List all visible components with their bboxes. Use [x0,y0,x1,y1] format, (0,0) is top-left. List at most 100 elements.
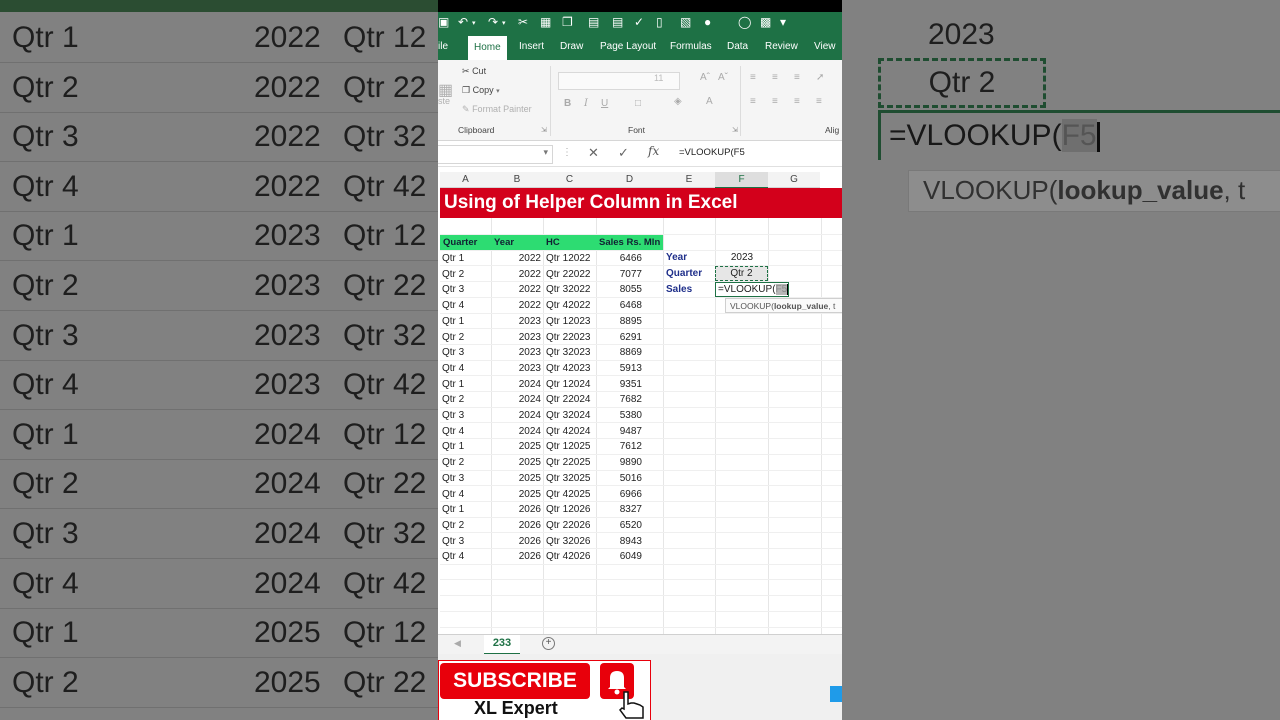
table-cell[interactable]: Qtr 1 [442,377,490,392]
sheet-tab-233[interactable]: 233 [484,635,520,655]
table-cell[interactable]: 5380 [596,408,642,423]
tab-view[interactable]: View [814,34,836,60]
font-color-icon[interactable]: A [706,96,713,107]
paste-label[interactable]: ste [438,96,450,106]
save-icon[interactable]: ▣ [438,15,449,29]
align-right-icon[interactable]: ≡ [794,96,800,107]
tab-page-layout[interactable]: Page Layout [600,34,656,60]
check-icon[interactable]: ✓ [634,15,644,29]
name-box[interactable]: ▾ [438,145,553,164]
table-cell[interactable]: 2025 [491,455,541,470]
table-cell[interactable]: Qtr 3 [442,345,490,360]
grow-font-icon[interactable]: Aˆ [700,72,710,83]
table-cell[interactable]: 2023 [491,361,541,376]
copy-button[interactable]: ❐ Copy ▾ [462,85,500,96]
table-cell[interactable]: 6468 [596,298,642,313]
picture-icon[interactable]: ▩ [760,15,771,29]
table-cell[interactable]: 8895 [596,314,642,329]
column-header-a[interactable]: A [440,172,491,188]
quarter-value-cell[interactable]: Qtr 2 [715,266,768,281]
redo-icon[interactable]: ↷ [488,15,498,29]
clipboard-launcher-icon[interactable]: ⇲ [541,126,547,134]
chevron-down-icon[interactable]: ▾ [472,19,476,27]
insert-function-icon[interactable]: fx [648,144,659,158]
table-cell[interactable]: 2024 [491,377,541,392]
tab-review[interactable]: Review [765,34,798,60]
cancel-icon[interactable]: ✕ [588,145,599,161]
table-cell[interactable]: 2025 [491,439,541,454]
table-cell[interactable]: 2022 [491,267,541,282]
tab-file[interactable]: ile [438,34,448,60]
table-cell[interactable]: Qtr 4 [442,361,490,376]
table-cell[interactable]: 9351 [596,377,642,392]
cut-button[interactable]: ✂ Cut [462,66,486,77]
table-cell[interactable]: 2025 [491,471,541,486]
table-cell[interactable]: Qtr 3 [442,534,490,549]
formula-input[interactable]: =VLOOKUP(F5 [679,147,745,158]
table-cell[interactable]: 2023 [491,330,541,345]
align-bottom-icon[interactable]: ≡ [794,72,800,83]
chevron-down-icon[interactable]: ▾ [502,19,506,27]
add-sheet-button[interactable]: + [542,637,555,650]
chart-icon[interactable]: ▧ [680,15,691,29]
bold-button[interactable]: B [564,98,571,109]
sort-icon[interactable]: ▯ [656,15,663,29]
table-cell[interactable]: Qtr 1 [442,251,490,266]
table-cell[interactable]: Qtr 1 [442,314,490,329]
copy-icon[interactable]: ❐ [562,15,573,29]
table-header-cell[interactable]: Quarter [440,235,491,250]
table-cell[interactable]: Qtr 4 [442,298,490,313]
align-top-icon[interactable]: ≡ [750,72,756,83]
table-cell[interactable]: 7682 [596,392,642,407]
orientation-icon[interactable]: ➚ [816,72,824,83]
document-icon[interactable]: ▤ [588,15,599,29]
tab-home[interactable]: Home [468,36,507,60]
enter-check-icon[interactable]: ✓ [618,145,629,161]
table-cell[interactable]: 6049 [596,549,642,564]
table-cell[interactable]: 8869 [596,345,642,360]
table-cell[interactable]: Qtr 2 [442,267,490,282]
table-cell[interactable]: 2023 [491,314,541,329]
tab-formulas[interactable]: Formulas [670,34,712,60]
table-cell[interactable]: Qtr 2 [442,455,490,470]
table-header-cell[interactable]: Year [491,235,543,250]
table-header-cell[interactable]: HC [543,235,596,250]
column-header-g[interactable]: G [768,172,820,188]
table-cell[interactable]: 2024 [491,424,541,439]
table-cell[interactable]: Qtr 2 [442,392,490,407]
customize-toolbar-icon[interactable]: ▾ [780,15,786,29]
tab-draw[interactable]: Draw [560,34,583,60]
table-cell[interactable]: 2026 [491,502,541,517]
align-middle-icon[interactable]: ≡ [772,72,778,83]
borders-icon[interactable]: □ [635,98,641,109]
table-cell[interactable]: 8943 [596,534,642,549]
table-cell[interactable]: Qtr 1 [442,439,490,454]
indent-icon[interactable]: ≡ [816,96,822,107]
sheet-nav-left-icon[interactable]: ◀ [454,638,461,649]
scissors-icon[interactable]: ✂ [518,15,528,29]
tab-data[interactable]: Data [727,34,748,60]
column-header-f[interactable]: F [715,172,768,189]
table-cell[interactable]: 2026 [491,534,541,549]
table-icon[interactable]: ▦ [540,15,551,29]
table-cell[interactable]: 8327 [596,502,642,517]
table-cell[interactable]: 6966 [596,487,642,502]
table-cell[interactable]: 2026 [491,518,541,533]
table-cell[interactable]: 2024 [491,392,541,407]
column-header-e[interactable]: E [663,172,715,188]
table-cell[interactable]: 6466 [596,251,642,266]
table-cell[interactable]: 2026 [491,549,541,564]
table-cell[interactable]: Qtr 2 [442,330,490,345]
table-cell[interactable]: 2025 [491,487,541,502]
fill-color-icon[interactable]: ◈ [674,96,682,107]
table-cell[interactable]: Qtr 4 [442,549,490,564]
column-header-c[interactable]: C [543,172,596,188]
table-cell[interactable]: 2024 [491,408,541,423]
table-cell[interactable]: 7612 [596,439,642,454]
table-cell[interactable]: 5016 [596,471,642,486]
table-cell[interactable]: Qtr 4 [442,424,490,439]
table-cell[interactable]: 9487 [596,424,642,439]
year-value-cell[interactable]: 2023 [718,252,766,263]
table-cell[interactable]: Qtr 3 [442,282,490,297]
align-center-icon[interactable]: ≡ [772,96,778,107]
